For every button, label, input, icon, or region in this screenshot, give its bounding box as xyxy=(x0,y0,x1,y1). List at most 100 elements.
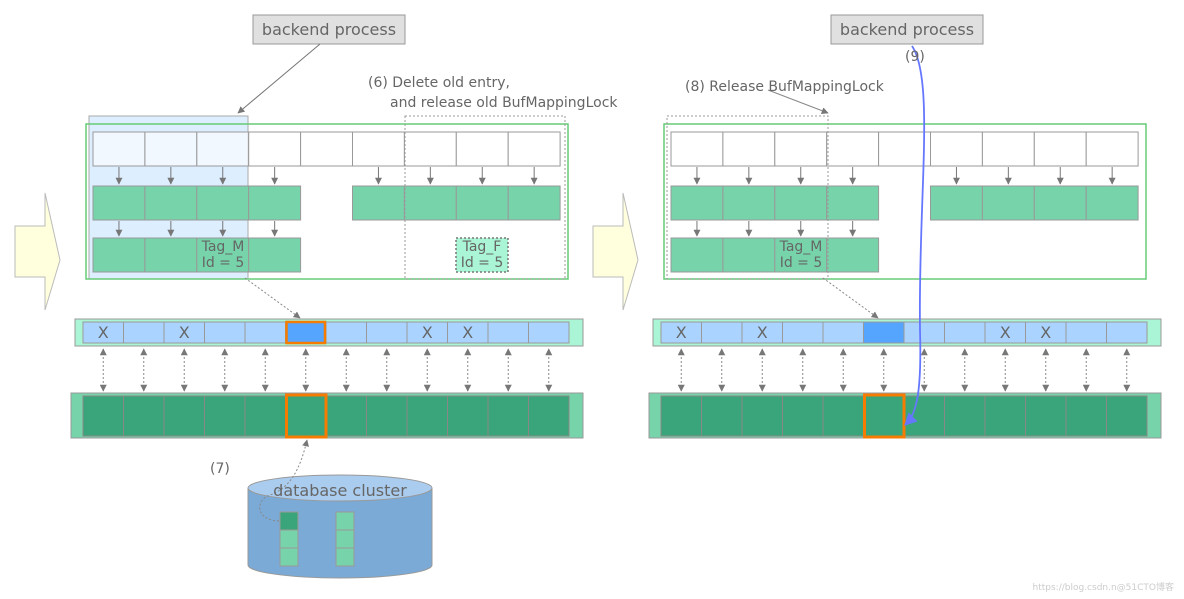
buffer-page xyxy=(1025,395,1067,437)
buffer-descriptor xyxy=(528,321,570,344)
big-arrow-icon xyxy=(14,192,61,311)
database-cluster-label: database cluster xyxy=(273,481,407,500)
hash-slot xyxy=(1033,131,1087,167)
hash-entry xyxy=(92,185,146,221)
buffer-page xyxy=(447,395,489,437)
big-arrow-icon xyxy=(592,192,639,311)
buffer-descriptor xyxy=(204,321,246,344)
descriptor-mark: X xyxy=(422,323,433,342)
buffer-page xyxy=(163,395,205,437)
data-block xyxy=(335,511,355,531)
descriptor-mark: X xyxy=(757,323,768,342)
hash-entry xyxy=(826,237,880,273)
buffer-manager-diagram: X X X X X X X X backend process (6) Delete old… xyxy=(14,14,1162,579)
buffer-page xyxy=(944,395,986,437)
hash-entry xyxy=(352,185,405,221)
hash-slot xyxy=(144,131,198,167)
buffer-page xyxy=(863,395,905,437)
hash-entry xyxy=(248,237,302,273)
hash-entry xyxy=(1085,185,1139,221)
descriptor-mark: X xyxy=(462,323,473,342)
buffer-page xyxy=(701,395,743,437)
data-block xyxy=(279,511,299,531)
hash-slot xyxy=(92,131,146,167)
buffer-descriptor xyxy=(1065,321,1107,344)
buffer-descriptor xyxy=(1106,321,1148,344)
hash-slot xyxy=(403,131,457,167)
buffer-descriptor xyxy=(701,321,743,344)
hash-entry xyxy=(981,185,1035,221)
buffer-descriptor xyxy=(863,321,905,344)
buffer-page xyxy=(244,395,286,437)
hash-entry xyxy=(248,185,302,221)
step9-arrow xyxy=(904,45,926,426)
hash-slot xyxy=(196,131,250,167)
hash-slot xyxy=(930,131,983,167)
hash-slot xyxy=(248,131,302,167)
backend-process-label-right: backend process xyxy=(840,20,974,39)
tag-m-label: Tag_M xyxy=(201,239,245,255)
buffer-page xyxy=(366,395,408,437)
descriptor-mark: X xyxy=(179,323,190,342)
hash-entry xyxy=(774,185,828,221)
data-block xyxy=(335,547,355,567)
hash-slot xyxy=(722,131,776,167)
hash-entry xyxy=(1033,185,1087,221)
hash-entry xyxy=(403,185,457,221)
buffer-descriptor xyxy=(782,321,824,344)
hash-entry xyxy=(507,185,561,221)
hash-slot xyxy=(507,131,561,167)
tag-m-id-right: Id = 5 xyxy=(780,255,823,271)
hash-entry xyxy=(670,237,724,273)
pointer-arrow xyxy=(244,277,301,319)
hash-slot xyxy=(300,131,354,167)
buffer-descriptor xyxy=(285,321,327,344)
hash-entry xyxy=(722,185,776,221)
tag-m-label-right: Tag_M xyxy=(779,239,823,255)
hash-entry xyxy=(92,237,146,273)
buffer-descriptor xyxy=(123,321,165,344)
buffer-page xyxy=(123,395,165,437)
tag-m-id: Id = 5 xyxy=(202,255,245,271)
buffer-page xyxy=(984,395,1026,437)
hash-slot xyxy=(352,131,405,167)
buffer-page xyxy=(741,395,783,437)
step9-label: (9) xyxy=(905,49,925,65)
step7-label: (7) xyxy=(210,461,230,477)
hash-entry xyxy=(455,185,509,221)
backend-process-label: backend process xyxy=(262,20,396,39)
buffer-page xyxy=(903,395,945,437)
hash-slot xyxy=(774,131,828,167)
tag-f-id: Id = 5 xyxy=(461,255,504,271)
buffer-descriptor xyxy=(366,321,408,344)
hash-slot xyxy=(670,131,724,167)
buffer-descriptor xyxy=(944,321,986,344)
buffer-page xyxy=(1106,395,1148,437)
hash-slot xyxy=(1085,131,1139,167)
buffer-page xyxy=(822,395,864,437)
data-block xyxy=(279,529,299,549)
pointer-arrow xyxy=(237,43,321,114)
buffer-descriptor xyxy=(903,321,945,344)
buffer-page xyxy=(528,395,570,437)
buffer-page xyxy=(285,395,327,437)
descriptor-mark: X xyxy=(1040,323,1051,342)
buffer-page xyxy=(204,395,246,437)
step6-label-line2: and release old BufMappingLock xyxy=(390,95,618,111)
descriptor-mark: X xyxy=(1000,323,1011,342)
buffer-page xyxy=(660,395,702,437)
buffer-page xyxy=(325,395,367,437)
hash-entry xyxy=(144,237,198,273)
buffer-page xyxy=(1065,395,1107,437)
hash-entry xyxy=(722,237,776,273)
buffer-page xyxy=(406,395,448,437)
hash-slot xyxy=(981,131,1035,167)
hash-entry xyxy=(930,185,983,221)
hash-entry xyxy=(196,185,250,221)
data-block xyxy=(335,529,355,549)
buffer-page xyxy=(487,395,529,437)
watermark: https://blog.csdn.n@51CTO博客 xyxy=(1032,583,1175,593)
pointer-arrow xyxy=(822,277,879,319)
hash-entry xyxy=(144,185,198,221)
buffer-descriptor xyxy=(822,321,864,344)
